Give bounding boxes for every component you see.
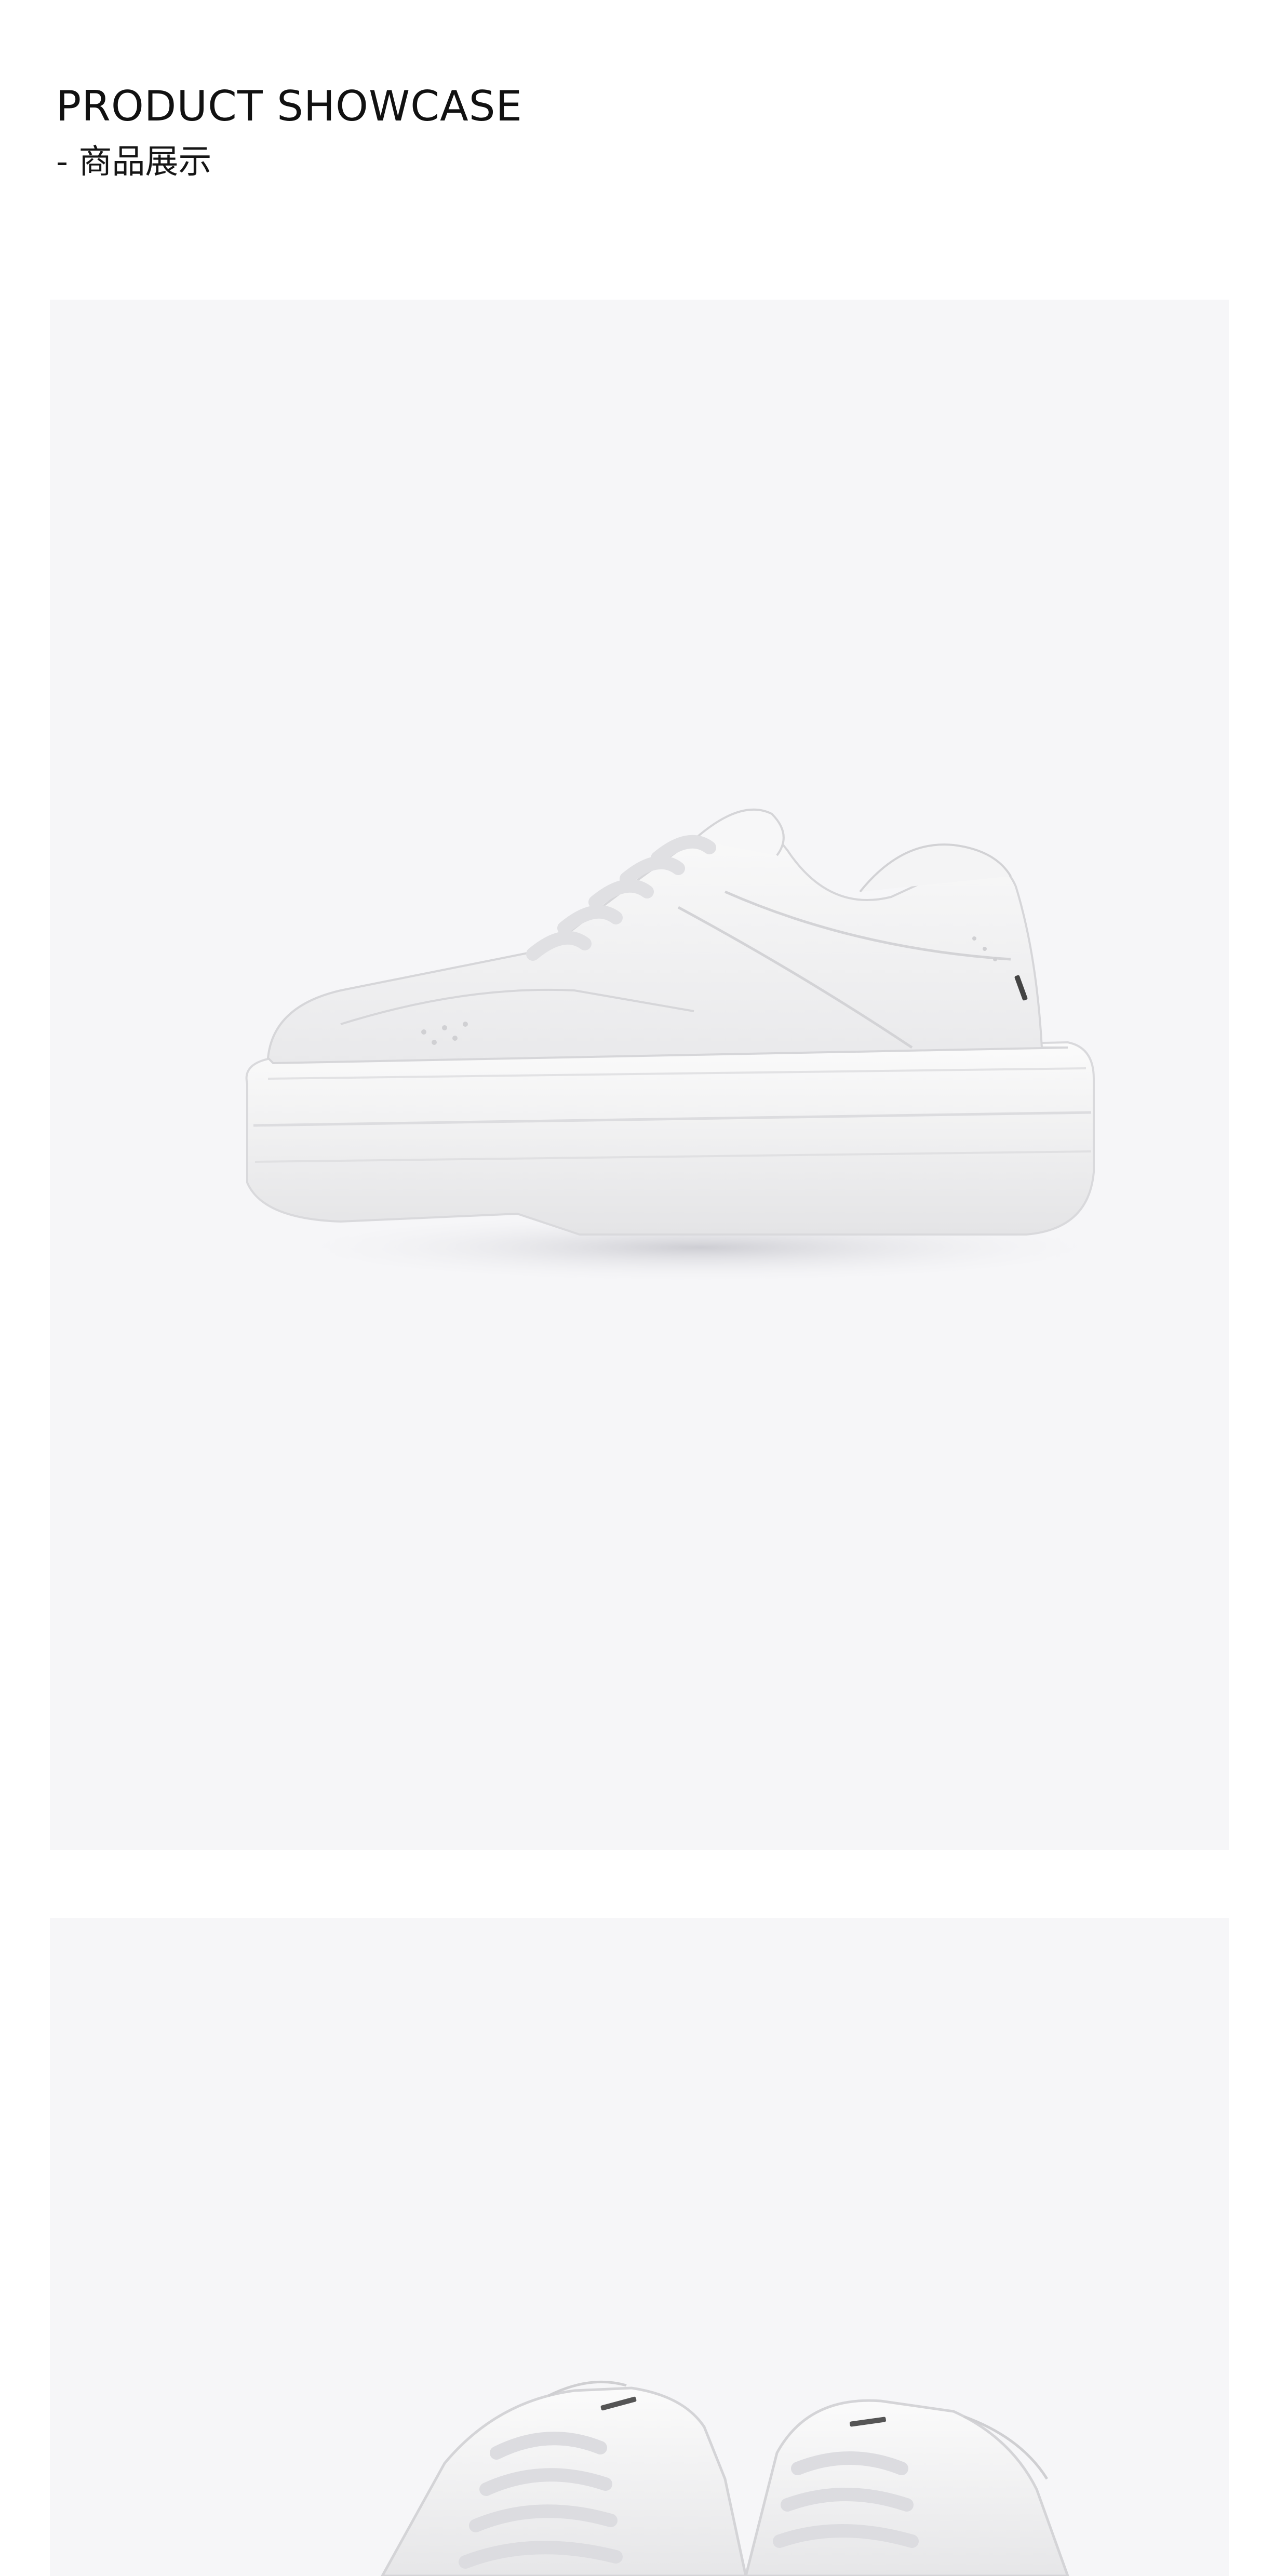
white-platform-sneaker-side-icon — [50, 300, 1229, 1850]
showcase-title: PRODUCT SHOWCASE — [56, 82, 523, 130]
showcase-header: PRODUCT SHOWCASE - 商品展示 — [56, 78, 783, 188]
product-photo-pair-view — [50, 1918, 1229, 2576]
white-platform-sneaker-pair-icon — [50, 1918, 1229, 2576]
showcase-subtitle: - 商品展示 — [56, 143, 212, 181]
product-photo-side-view — [50, 300, 1229, 1850]
